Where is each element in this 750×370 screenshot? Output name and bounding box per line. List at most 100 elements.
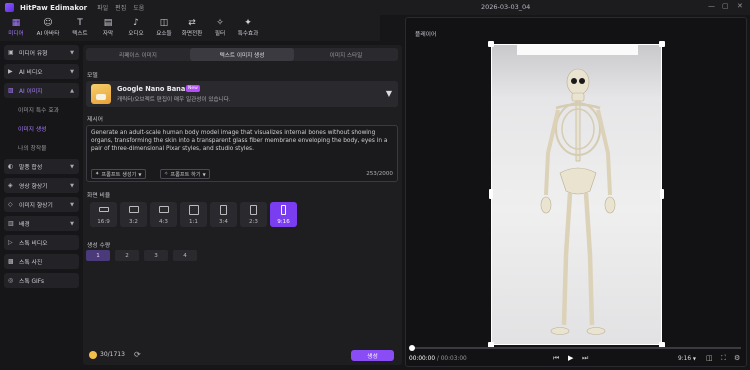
model-thumbnail	[91, 84, 111, 104]
new-badge: New	[186, 85, 200, 92]
play-icon[interactable]: ▶	[568, 354, 573, 362]
aspect-ratio-option-1[interactable]: 3:2	[120, 202, 147, 227]
model-selector[interactable]: Google Nano Banana New 캐릭터/오브젝트 편집이 매우 일…	[86, 81, 398, 107]
preview-image[interactable]	[491, 44, 662, 345]
aspect-ratio-option-0[interactable]: 16:9	[90, 202, 117, 227]
settings-icon[interactable]: ⚙	[734, 354, 740, 362]
toolbar-tab-7[interactable]: ✧ 필터	[207, 15, 233, 39]
ratio-label: 1:1	[188, 219, 198, 225]
panel-tab-2[interactable]: 이미지 스타일	[294, 48, 398, 61]
toolbar-tab-3[interactable]: ▤ 자막	[95, 15, 121, 39]
quantity-option-2[interactable]: 3	[144, 250, 168, 261]
sidebar-item-2[interactable]: ▨ AI 이미지 ▲	[4, 83, 79, 98]
toolbar-icon: ◫	[159, 17, 169, 28]
model-name: Google Nano Banana	[117, 85, 195, 93]
sidebar-icon: ▨	[8, 87, 14, 94]
chevron-down-icon: ▼	[692, 356, 696, 361]
crop-handle-top-left[interactable]	[488, 41, 494, 47]
model-description: 캐릭터/오브젝트 편집이 매우 일관성이 있습니다.	[117, 97, 231, 103]
quantity-option-3[interactable]: 4	[173, 250, 197, 261]
prompt-assist-button[interactable]: ✧ 프롬프트 하기 ▼	[160, 169, 210, 179]
chevron-icon: ▼	[70, 220, 74, 227]
ratio-label: 16:9	[97, 219, 110, 225]
crop-handle-top-right[interactable]	[659, 41, 665, 47]
toolbar-tab-8[interactable]: ✦ 특수효과	[235, 15, 261, 39]
timeline-track[interactable]	[411, 347, 741, 349]
toolbar-tab-1[interactable]: ☺ AI 아바타	[31, 15, 65, 39]
sidebar-item-label: AI 비디오	[19, 70, 43, 76]
title-bar: HitPaw Edimakor 파일 편집 도움 2026-03-03_04 —…	[0, 0, 750, 15]
aspect-ratio-option-3[interactable]: 1:1	[180, 202, 207, 227]
sidebar-item-8[interactable]: ◇ 이미지 향상기 ▼	[4, 197, 79, 212]
ratio-label: 9:16	[277, 219, 290, 225]
prompt-generator-button[interactable]: ✦ 프롬프트 생성기 ▼	[91, 169, 146, 179]
sidebar-item-7[interactable]: ◈ 영상 향상기 ▼	[4, 178, 79, 193]
toolbar-icon: ▤	[103, 17, 113, 28]
fullscreen-icon[interactable]: ⛶	[721, 354, 726, 363]
toolbar-tab-0[interactable]: ▦ 미디어	[3, 15, 29, 39]
aspect-ratio-option-4[interactable]: 3:4	[210, 202, 237, 227]
quantity-option-0[interactable]: 1	[86, 250, 110, 261]
toolbar-tab-4[interactable]: ♪ 오디오	[123, 15, 149, 39]
crop-handle-left[interactable]	[489, 189, 493, 199]
sidebar-item-0[interactable]: ▣ 미디어 유형 ▼	[4, 45, 79, 60]
generation-panel: 리페이스 이미지 텍스트 이미지 생성 이미지 스타일 모델 Google Nano…	[83, 45, 402, 365]
prev-frame-icon[interactable]: ⏮	[553, 354, 559, 363]
toolbar-icon: ✦	[244, 17, 252, 28]
minimize-icon[interactable]: —	[708, 2, 715, 10]
toolbar-icon: ⇄	[188, 17, 196, 28]
sidebar-item-12[interactable]: ◎ 스톡 GIFs	[4, 273, 79, 288]
aspect-ratio-option-6[interactable]: 9:16	[270, 202, 297, 227]
crop-handle-right[interactable]	[660, 189, 664, 199]
panel-tab-0[interactable]: 리페이스 이미지	[86, 48, 190, 61]
toolbar-label: 특수효과	[237, 30, 259, 37]
app-logo-icon	[5, 3, 14, 12]
sidebar-item-1[interactable]: ▶ AI 비디오 ▼	[4, 64, 79, 79]
sidebar-item-9[interactable]: ▥ 배경 ▼	[4, 216, 79, 231]
sidebar-subitem-4[interactable]: 이미지 생성	[4, 121, 79, 136]
toolbar-tab-6[interactable]: ⇄ 화면전환	[179, 15, 205, 39]
sidebar-subitem-3[interactable]: 이미지 특수 효과	[4, 102, 79, 117]
menu-help[interactable]: 도움	[133, 3, 144, 12]
next-frame-icon[interactable]: ⏭	[582, 354, 588, 363]
prompt-assist-label: 프롬프트 하기	[170, 171, 201, 178]
sparkle-icon: ✧	[164, 171, 169, 177]
refresh-icon[interactable]: ⟳	[134, 350, 141, 359]
aspect-ratio-value: 9:16	[678, 356, 692, 362]
screenshot-icon[interactable]: ◫	[706, 354, 713, 362]
maximize-icon[interactable]: ▢	[722, 2, 729, 10]
aspect-ratio-select[interactable]: 9:16 ▼	[678, 356, 696, 362]
aspect-ratio-options: 16:9 3:2 4:3 1:1 3:4 2:3 9:16	[90, 202, 297, 227]
sidebar-item-6[interactable]: ◐ 말풍 합성 ▼	[4, 159, 79, 174]
aspect-ratio-option-2[interactable]: 4:3	[150, 202, 177, 227]
ratio-shape-icon	[158, 205, 169, 214]
aspect-ratio-option-5[interactable]: 2:3	[240, 202, 267, 227]
menu-file[interactable]: 파일	[97, 3, 108, 12]
sidebar-item-11[interactable]: ▩ 스톡 사진	[4, 254, 79, 269]
model-label: 모델	[87, 73, 98, 79]
toolbar-tab-2[interactable]: T 텍스트	[67, 15, 93, 39]
prompt-text[interactable]: Generate an adult-scale human body model…	[91, 129, 395, 154]
menu-edit[interactable]: 편집	[115, 3, 126, 12]
main-toolbar: ▦ 미디어 ☺ AI 아바타 T 텍스트 ▤ 자막 ♪ 오디오 ◫ 요소들 ⇄ 화면전환 ✧ 필터 ✦ 특수효과	[0, 15, 380, 41]
toolbar-label: 자막	[102, 30, 114, 37]
prompt-input[interactable]: Generate an adult-scale human body model…	[86, 125, 398, 182]
toolbar-icon: ✧	[216, 17, 224, 28]
quantity-label: 생성 수량	[87, 243, 111, 249]
chevron-down-icon[interactable]: ▼	[386, 89, 392, 98]
toolbar-tab-5[interactable]: ◫ 요소들	[151, 15, 177, 39]
sidebar-item-label: 이미지 향상기	[19, 203, 53, 209]
panel-tab-1[interactable]: 텍스트 이미지 생성	[190, 48, 294, 61]
sidebar-icon: ▩	[8, 258, 14, 265]
sidebar-item-10[interactable]: ▷ 스톡 비디오	[4, 235, 79, 250]
sidebar-subitem-5[interactable]: 나의 창작물	[4, 140, 79, 155]
toolbar-label: 오디오	[128, 30, 144, 37]
close-icon[interactable]: ✕	[737, 2, 743, 10]
quantity-option-1[interactable]: 2	[115, 250, 139, 261]
generate-button[interactable]: 생성	[351, 350, 394, 361]
playhead-handle[interactable]	[409, 345, 415, 351]
toolbar-label: 요소들	[156, 30, 172, 37]
sidebar-icon: ◈	[8, 182, 13, 189]
skeleton-figure	[540, 68, 616, 335]
sidebar-item-label: 미디어 유형	[19, 51, 48, 57]
